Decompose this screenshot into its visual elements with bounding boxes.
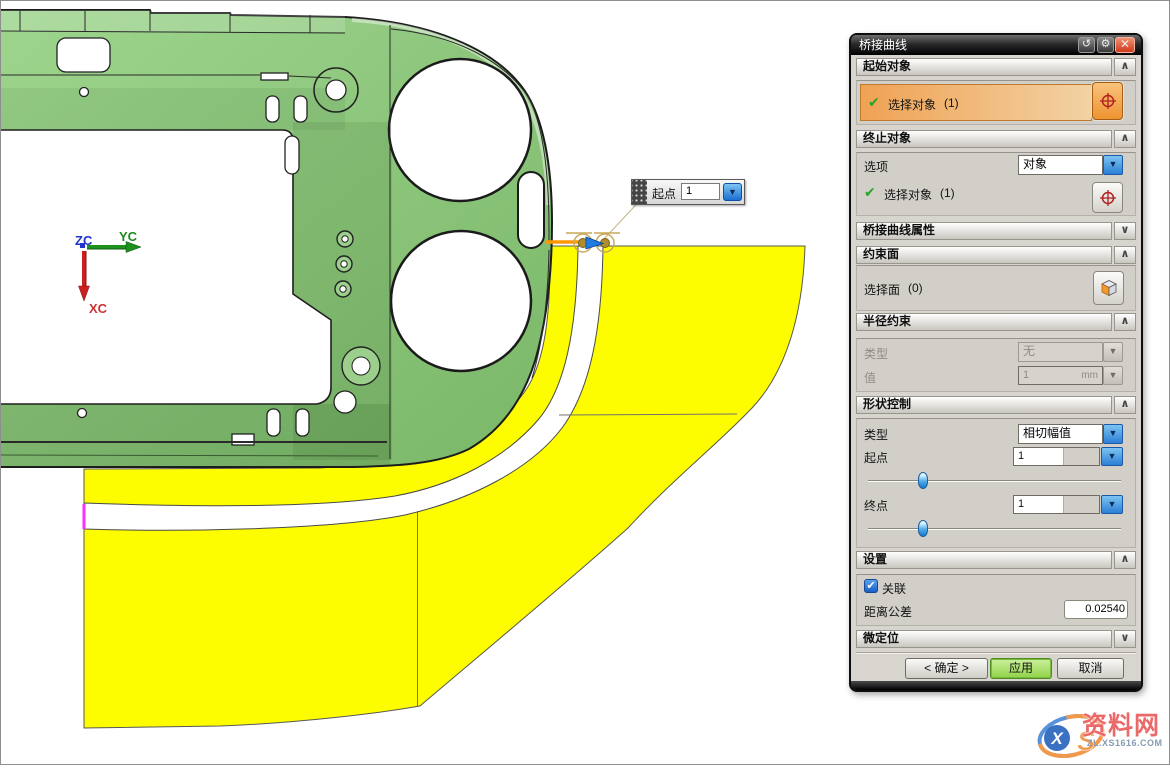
dropdown-arrow-icon[interactable]: ▼ xyxy=(1103,155,1123,175)
start-magnitude-slider-thumb[interactable] xyxy=(918,472,928,489)
end-select-object-label: 选择对象 xyxy=(884,186,932,203)
chevron-up-icon[interactable]: ∧ xyxy=(1114,313,1136,331)
dialog-title: 桥接曲线 xyxy=(859,38,907,52)
check-icon: ✔ xyxy=(868,94,880,111)
dialog-titlebar[interactable]: 桥接曲线 ↺ ⚙ ✕ xyxy=(851,35,1141,55)
watermark-site-url: ZL.XS1616.COM xyxy=(1087,738,1163,748)
watermark-site-name: 资料网 xyxy=(1082,706,1160,742)
dropdown-arrow-icon: ▼ xyxy=(1103,342,1123,362)
chevron-up-icon[interactable]: ∧ xyxy=(1114,246,1136,264)
gear-icon[interactable]: ⚙ xyxy=(1097,37,1114,53)
chevron-up-icon[interactable]: ∧ xyxy=(1114,130,1136,148)
select-object-count: (1) xyxy=(944,96,959,110)
floating-start-point-toolbar[interactable]: 起点 1 ▼ xyxy=(631,179,745,205)
start-magnitude-input[interactable]: 1 xyxy=(1013,447,1100,466)
spinner-down-icon: ▼ xyxy=(1103,366,1123,385)
check-icon: ✔ xyxy=(864,184,876,201)
end-magnitude-label: 终点 xyxy=(864,497,888,514)
cancel-button[interactable]: 取消 xyxy=(1057,658,1124,679)
vent-slot xyxy=(518,172,544,248)
unit-label: mm xyxy=(1081,370,1098,381)
select-face-button[interactable] xyxy=(1093,271,1124,305)
bridge-curve-dialog: 桥接曲线 ↺ ⚙ ✕ 起始对象 ∧ ✔ 选择对象 (1) 终止对象 ∧ 选项 对… xyxy=(849,33,1143,692)
radius-type-label: 类型 xyxy=(864,345,888,362)
option-label: 选项 xyxy=(864,158,888,175)
shape-type-label: 类型 xyxy=(864,426,888,443)
dropdown-arrow-icon[interactable]: ▼ xyxy=(1103,424,1123,444)
end-select-button[interactable] xyxy=(1092,182,1123,213)
close-icon[interactable]: ✕ xyxy=(1115,37,1135,53)
crosshair-icon xyxy=(1099,92,1117,110)
section-shape-control[interactable]: 形状控制 xyxy=(856,396,1112,414)
section-radius-constraint[interactable]: 半径约束 xyxy=(856,313,1112,331)
start-select-object-row[interactable]: ✔ 选择对象 (1) xyxy=(860,84,1092,121)
chevron-up-icon[interactable]: ∧ xyxy=(1114,396,1136,414)
tolerance-input[interactable]: 0.02540 xyxy=(1064,600,1128,619)
section-constraint-face[interactable]: 约束面 xyxy=(856,246,1112,264)
section-settings[interactable]: 设置 xyxy=(856,551,1112,569)
speaker-hole-bottom xyxy=(391,231,531,371)
reset-icon[interactable]: ↺ xyxy=(1078,37,1095,53)
dialog-bottom-frame xyxy=(851,681,1141,690)
select-object-label: 选择对象 xyxy=(888,96,936,113)
start-magnitude-dropdown-button[interactable]: ▼ xyxy=(1101,447,1123,466)
zc-axis-label: ZC xyxy=(75,233,93,248)
radius-type-dropdown: 无 xyxy=(1018,342,1103,362)
end-option-dropdown[interactable]: 对象 xyxy=(1018,155,1103,175)
ok-button[interactable]: < 确定 > xyxy=(905,658,988,679)
section-start-object[interactable]: 起始对象 xyxy=(856,58,1112,76)
watermark: X S 资料网 ZL.XS1616.COM xyxy=(1035,704,1169,764)
tolerance-label: 距离公差 xyxy=(864,603,912,620)
speaker-hole-top xyxy=(389,59,531,201)
section-micro-positioning[interactable]: 微定位 xyxy=(856,630,1112,648)
model-interior-opening xyxy=(0,130,331,404)
start-point-dropdown-button[interactable]: ▼ xyxy=(723,183,742,201)
end-magnitude-slider-thumb[interactable] xyxy=(918,520,928,537)
chevron-down-icon[interactable]: ∨ xyxy=(1114,222,1136,240)
section-end-object[interactable]: 终止对象 xyxy=(856,130,1112,148)
xc-axis-label: XC xyxy=(89,301,108,316)
end-magnitude-slider[interactable] xyxy=(868,528,1121,530)
start-point-input[interactable]: 1 xyxy=(681,183,720,200)
apply-button[interactable]: 应用 xyxy=(990,658,1052,679)
crosshair-icon xyxy=(1099,189,1117,207)
start-select-button[interactable] xyxy=(1092,82,1123,120)
section-bridge-curve-props[interactable]: 桥接曲线属性 xyxy=(856,222,1112,240)
cube-icon xyxy=(1098,277,1120,299)
drag-handle-icon[interactable] xyxy=(632,180,647,204)
radius-value-input: 1 mm xyxy=(1018,366,1103,385)
end-magnitude-dropdown-button[interactable]: ▼ xyxy=(1101,495,1123,514)
yc-axis-label: YC xyxy=(119,229,138,244)
end-select-object-count: (1) xyxy=(940,186,955,200)
associative-checkbox[interactable]: ✔ xyxy=(864,579,878,593)
chevron-up-icon[interactable]: ∧ xyxy=(1114,58,1136,76)
select-face-label: 选择面 xyxy=(864,281,900,298)
start-magnitude-label: 起点 xyxy=(864,449,888,466)
chevron-down-icon[interactable]: ∨ xyxy=(1114,630,1136,648)
start-magnitude-slider[interactable] xyxy=(868,480,1121,482)
footer-separator xyxy=(856,652,1136,654)
shape-type-dropdown[interactable]: 相切幅值 xyxy=(1018,424,1103,444)
radius-value-label: 值 xyxy=(864,369,876,386)
select-face-count: (0) xyxy=(908,281,923,295)
associative-label: 关联 xyxy=(882,580,906,597)
svg-text:X: X xyxy=(1050,729,1064,748)
start-point-label: 起点 xyxy=(652,185,676,202)
chevron-up-icon[interactable]: ∧ xyxy=(1114,551,1136,569)
end-magnitude-input[interactable]: 1 xyxy=(1013,495,1100,514)
